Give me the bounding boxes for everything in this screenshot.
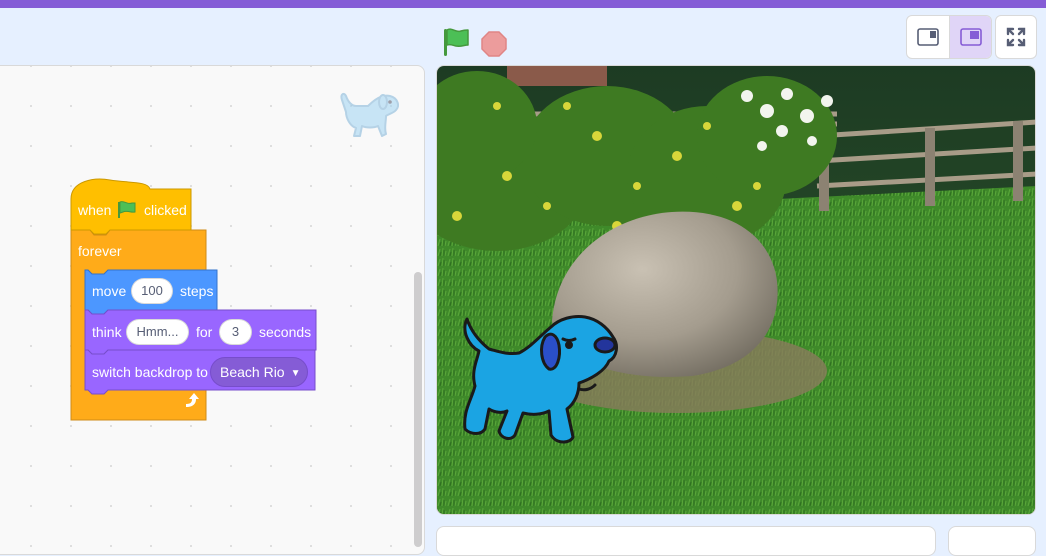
fullscreen-icon [1006, 27, 1026, 47]
steps-label: steps [180, 283, 214, 299]
normal-stage-icon [959, 28, 982, 46]
stage-target-panel[interactable] [948, 526, 1036, 556]
for-label: for [196, 324, 213, 340]
backdrop-dropdown-value: Beach Rio [220, 364, 285, 380]
backdrop-beach-rio [437, 66, 1035, 514]
green-flag-icon [444, 28, 469, 56]
menu-bar [0, 0, 1046, 8]
steps-input[interactable]: 100 [131, 278, 173, 304]
stage-canvas[interactable] [436, 65, 1036, 515]
stop-button[interactable] [480, 30, 508, 58]
small-stage-button[interactable] [907, 16, 949, 58]
stage-scene [437, 66, 1035, 514]
hat-when-label: when [78, 202, 112, 218]
seconds-label: seconds [259, 324, 312, 340]
stage-header [0, 8, 1046, 66]
dropdown-caret-icon: ▼ [290, 368, 301, 379]
normal-stage-button[interactable] [949, 16, 991, 58]
think-label: think [92, 324, 122, 340]
sprite-info-panel [436, 526, 936, 556]
forever-label: forever [78, 243, 122, 259]
dog-sprite-watermark-icon [340, 92, 399, 137]
switch-backdrop-label: switch backdrop to [92, 364, 208, 380]
stop-sign-icon [481, 31, 507, 57]
small-stage-icon [917, 28, 939, 46]
stage-size-toggle [906, 15, 992, 59]
backdrop-dropdown[interactable]: Beach Rio ▼ [210, 357, 308, 387]
workspace-vertical-scrollbar[interactable] [414, 272, 422, 547]
fullscreen-button[interactable] [995, 15, 1037, 59]
move-label: move [92, 283, 127, 299]
think-message-input[interactable]: Hmm... [126, 319, 189, 345]
hat-clicked-label: clicked [144, 202, 187, 218]
think-seconds-input[interactable]: 3 [219, 319, 252, 345]
green-flag-button[interactable] [440, 26, 472, 58]
